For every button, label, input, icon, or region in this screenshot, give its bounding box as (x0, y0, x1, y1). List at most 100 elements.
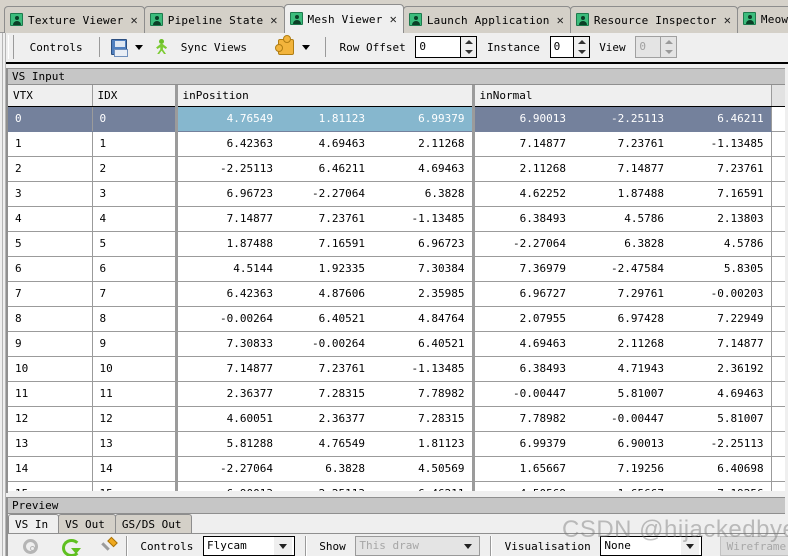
tab-texture-viewer[interactable]: Texture Viewer ✕ (4, 6, 145, 33)
controls-button[interactable]: Controls (24, 35, 89, 59)
show-select[interactable]: This draw (355, 536, 481, 556)
row-offset-label: Row Offset (339, 40, 406, 54)
controls-select[interactable]: Flycam (202, 536, 295, 556)
instance-label: Instance (486, 40, 540, 54)
view-stepper[interactable]: 0 (635, 36, 678, 58)
cell-pos-z: 7.28315 (372, 406, 474, 432)
main-tab-bar: Texture Viewer ✕ Pipeline State ✕ Mesh Vie… (0, 0, 788, 33)
table-row[interactable]: 6 6 4.5144 1.92335 7.30384 7.36979 -2.47… (8, 256, 785, 282)
wireframe-button[interactable]: Wireframe (719, 536, 788, 556)
table-row[interactable]: 9 9 7.30833 -0.00264 6.40521 4.69463 2.1… (8, 331, 785, 357)
cell-vtx: 12 (8, 406, 93, 432)
cell-pad (770, 156, 785, 182)
cell-pad (770, 331, 785, 357)
cell-pos-z: 6.96723 (372, 231, 474, 257)
table-row[interactable]: 4 4 7.14877 7.23761 -1.13485 6.38493 4.5… (8, 206, 785, 232)
gear-icon[interactable] (22, 538, 38, 554)
cell-pos-y: 2.36377 (280, 406, 372, 432)
app-icon (149, 13, 163, 26)
cell-nrm-x: 6.90013 (471, 106, 574, 132)
instance-arrows[interactable] (572, 37, 589, 57)
cell-pos-y: 4.87606 (280, 281, 372, 307)
column-header-idx[interactable]: IDX (92, 85, 177, 107)
cell-pos-z: 2.11268 (372, 131, 474, 157)
column-header-innormal[interactable]: inNormal (471, 85, 772, 107)
cell-nrm-z: 7.19256 (671, 481, 772, 491)
tab-meowedit[interactable]: MeowEdit (736, 6, 788, 33)
table-row[interactable]: 11 11 2.36377 7.28315 7.78982 -0.00447 5… (8, 381, 785, 407)
column-header-vtx[interactable]: VTX (8, 85, 93, 107)
close-icon[interactable]: ✕ (270, 7, 277, 33)
chevron-down-icon[interactable] (273, 537, 292, 555)
cell-nrm-y: 6.90013 (573, 431, 672, 457)
table-row[interactable]: 0 0 4.76549 1.81123 6.99379 6.90013 -2.2… (8, 106, 785, 132)
cell-pos-z: 2.35985 (372, 281, 474, 307)
cell-pos-x: 6.42363 (174, 281, 280, 307)
tab-label: MeowEdit (760, 13, 788, 26)
close-icon[interactable]: ✕ (557, 7, 564, 33)
table-row[interactable]: 1 1 6.42363 4.69463 2.11268 7.14877 7.23… (8, 131, 785, 157)
cell-pos-z: -1.13485 (372, 356, 474, 382)
close-icon[interactable]: ✕ (390, 5, 397, 33)
table-row[interactable]: 2 2 -2.25113 6.46211 4.69463 2.11268 7.1… (8, 156, 785, 182)
sync-views-button[interactable]: Sync Views (175, 35, 253, 59)
row-offset-stepper[interactable]: 0 (415, 36, 478, 58)
cell-nrm-y: -0.00447 (573, 406, 672, 432)
vs-input-grid-scroll[interactable]: VTX IDX inPosition inNormal 0 0 4.76549 … (8, 85, 785, 491)
cell-nrm-z: 7.16591 (671, 181, 772, 207)
tab-resource-inspector[interactable]: Resource Inspector ✕ (569, 6, 738, 33)
cell-nrm-z: 4.5786 (671, 231, 772, 257)
table-row[interactable]: 15 15 6.90013 -2.25113 6.46211 4.50569 1… (8, 481, 785, 491)
chevron-down-icon[interactable] (135, 44, 144, 50)
preview-title: Preview (8, 498, 785, 514)
table-row[interactable]: 3 3 6.96723 -2.27064 6.3828 4.62252 1.87… (8, 181, 785, 207)
cell-nrm-x: 1.65667 (471, 456, 574, 482)
visualisation-select[interactable]: None (600, 536, 703, 556)
cell-nrm-z: -0.00203 (671, 281, 772, 307)
eyedropper-icon[interactable] (100, 538, 116, 554)
cell-nrm-z: 5.8305 (671, 256, 772, 282)
table-row[interactable]: 10 10 7.14877 7.23761 -1.13485 6.38493 4… (8, 356, 785, 382)
cell-pos-y: 7.16591 (280, 231, 372, 257)
chevron-down-icon[interactable] (681, 537, 700, 555)
puzzle-icon[interactable] (274, 35, 294, 55)
view-arrows[interactable] (660, 37, 677, 57)
app-icon (742, 12, 756, 25)
tab-vs-out[interactable]: VS Out (58, 514, 116, 533)
cell-nrm-z: 2.36192 (671, 356, 772, 382)
cell-pos-x: 7.30833 (174, 331, 280, 357)
reset-camera-icon[interactable] (61, 539, 81, 556)
chevron-down-icon[interactable] (302, 44, 311, 50)
cell-pad (770, 356, 785, 382)
cell-pos-y: 7.23761 (280, 356, 372, 382)
close-icon[interactable]: ✕ (131, 7, 138, 33)
tab-label: Texture Viewer (28, 14, 124, 27)
column-header-inposition[interactable]: inPosition (174, 85, 474, 107)
cell-idx: 2 (92, 156, 177, 182)
row-offset-value[interactable]: 0 (416, 37, 460, 57)
tab-pipeline-state[interactable]: Pipeline State ✕ (143, 6, 285, 33)
toolbar-drag-handle[interactable] (8, 35, 14, 59)
table-row[interactable]: 7 7 6.42363 4.87606 2.35985 6.96727 7.29… (8, 281, 785, 307)
close-icon[interactable]: ✕ (724, 7, 731, 33)
tab-gs-ds-out[interactable]: GS/DS Out (114, 514, 193, 533)
tab-launch-application[interactable]: Launch Application ✕ (402, 6, 571, 33)
vs-input-header-row: VTX IDX inPosition inNormal (8, 85, 785, 107)
cell-pos-z: 4.69463 (372, 156, 474, 182)
instance-value[interactable]: 0 (551, 37, 573, 57)
row-offset-arrows[interactable] (460, 37, 477, 57)
tab-label: Launch Application (426, 14, 550, 27)
table-row[interactable]: 12 12 4.60051 2.36377 7.28315 7.78982 -0… (8, 406, 785, 432)
instance-stepper[interactable]: 0 (549, 36, 590, 58)
table-row[interactable]: 5 5 1.87488 7.16591 6.96723 -2.27064 6.3… (8, 231, 785, 257)
save-icon[interactable] (110, 39, 128, 57)
app-icon (575, 13, 589, 26)
table-row[interactable]: 8 8 -0.00264 6.40521 4.84764 2.07955 6.9… (8, 306, 785, 332)
tab-vs-in[interactable]: VS In (8, 514, 60, 533)
table-row[interactable]: 13 13 5.81288 4.76549 1.81123 6.99379 6.… (8, 431, 785, 457)
table-row[interactable]: 14 14 -2.27064 6.3828 4.50569 1.65667 7.… (8, 456, 785, 482)
tab-mesh-viewer[interactable]: Mesh Viewer ✕ (283, 4, 404, 33)
toolbar-separator (125, 536, 128, 556)
chevron-down-icon[interactable] (459, 537, 478, 555)
cell-idx: 3 (92, 181, 177, 207)
